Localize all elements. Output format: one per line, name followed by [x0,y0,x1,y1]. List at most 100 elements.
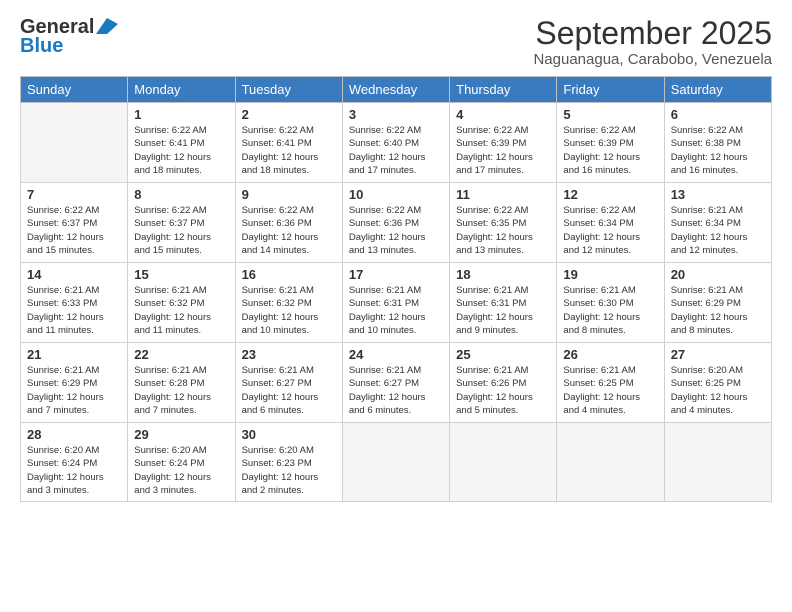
day-number: 19 [563,267,657,282]
day-number: 1 [134,107,228,122]
calendar-header-tuesday: Tuesday [235,77,342,103]
day-number: 29 [134,427,228,442]
calendar-cell: 26 Sunrise: 6:21 AM Sunset: 6:25 PM Dayli… [557,343,664,423]
calendar-cell: 13 Sunrise: 6:21 AM Sunset: 6:34 PM Dayli… [664,183,771,263]
day-info: Sunrise: 6:21 AM Sunset: 6:27 PM Dayligh… [242,364,336,417]
logo-icon [96,18,118,34]
day-info: Sunrise: 6:22 AM Sunset: 6:37 PM Dayligh… [134,204,228,257]
calendar-cell [342,423,449,502]
calendar-cell: 23 Sunrise: 6:21 AM Sunset: 6:27 PM Dayli… [235,343,342,423]
title-block: September 2025 Naguanagua, Carabobo, Ven… [533,16,772,68]
calendar-cell: 24Sunrise: 6:21 AM Sunset: 6:27 PM Dayli… [342,343,449,423]
day-number: 22 [134,347,228,362]
calendar-cell: 6Sunrise: 6:22 AM Sunset: 6:38 PM Daylig… [664,103,771,183]
calendar-header-wednesday: Wednesday [342,77,449,103]
calendar-cell [21,103,128,183]
day-info: Sunrise: 6:21 AM Sunset: 6:34 PM Dayligh… [671,204,765,257]
calendar-cell: 5 Sunrise: 6:22 AM Sunset: 6:39 PM Daylig… [557,103,664,183]
day-info: Sunrise: 6:22 AM Sunset: 6:38 PM Dayligh… [671,124,765,177]
day-info: Sunrise: 6:22 AM Sunset: 6:35 PM Dayligh… [456,204,550,257]
calendar-cell: 7 Sunrise: 6:22 AM Sunset: 6:37 PM Daylig… [21,183,128,263]
day-info: Sunrise: 6:22 AM Sunset: 6:36 PM Dayligh… [242,204,336,257]
day-number: 7 [27,187,121,202]
calendar-cell: 16 Sunrise: 6:21 AM Sunset: 6:32 PM Dayli… [235,263,342,343]
calendar: SundayMondayTuesdayWednesdayThursdayFrid… [20,76,772,502]
day-info: Sunrise: 6:22 AM Sunset: 6:37 PM Dayligh… [27,204,121,257]
day-info: Sunrise: 6:21 AM Sunset: 6:30 PM Dayligh… [563,284,657,337]
day-number: 28 [27,427,121,442]
day-info: Sunrise: 6:22 AM Sunset: 6:41 PM Dayligh… [242,124,336,177]
day-info: Sunrise: 6:21 AM Sunset: 6:26 PM Dayligh… [456,364,550,417]
day-number: 27 [671,347,765,362]
day-number: 16 [242,267,336,282]
day-info: Sunrise: 6:22 AM Sunset: 6:36 PM Dayligh… [349,204,443,257]
day-info: Sunrise: 6:20 AM Sunset: 6:24 PM Dayligh… [134,444,228,497]
calendar-cell: 29 Sunrise: 6:20 AM Sunset: 6:24 PM Dayli… [128,423,235,502]
day-number: 24 [349,347,443,362]
calendar-cell: 27 Sunrise: 6:20 AM Sunset: 6:25 PM Dayli… [664,343,771,423]
calendar-cell: 17Sunrise: 6:21 AM Sunset: 6:31 PM Dayli… [342,263,449,343]
day-number: 5 [563,107,657,122]
day-number: 23 [242,347,336,362]
logo-blue: Blue [20,35,63,58]
day-info: Sunrise: 6:22 AM Sunset: 6:39 PM Dayligh… [456,124,550,177]
calendar-header-row: SundayMondayTuesdayWednesdayThursdayFrid… [21,77,772,103]
calendar-cell: 9Sunrise: 6:22 AM Sunset: 6:36 PM Daylig… [235,183,342,263]
day-info: Sunrise: 6:21 AM Sunset: 6:29 PM Dayligh… [671,284,765,337]
calendar-week-5: 28 Sunrise: 6:20 AM Sunset: 6:24 PM Dayli… [21,423,772,502]
day-info: Sunrise: 6:20 AM Sunset: 6:23 PM Dayligh… [242,444,336,497]
calendar-cell [450,423,557,502]
day-number: 20 [671,267,765,282]
calendar-cell: 18 Sunrise: 6:21 AM Sunset: 6:31 PM Dayli… [450,263,557,343]
day-number: 30 [242,427,336,442]
calendar-cell: 11 Sunrise: 6:22 AM Sunset: 6:35 PM Dayli… [450,183,557,263]
day-info: Sunrise: 6:21 AM Sunset: 6:32 PM Dayligh… [134,284,228,337]
calendar-cell: 2 Sunrise: 6:22 AM Sunset: 6:41 PM Daylig… [235,103,342,183]
day-info: Sunrise: 6:21 AM Sunset: 6:33 PM Dayligh… [27,284,121,337]
day-number: 13 [671,187,765,202]
day-number: 26 [563,347,657,362]
calendar-header-monday: Monday [128,77,235,103]
day-number: 15 [134,267,228,282]
calendar-header-friday: Friday [557,77,664,103]
month-title: September 2025 [533,16,772,51]
calendar-header-sunday: Sunday [21,77,128,103]
day-number: 14 [27,267,121,282]
day-info: Sunrise: 6:21 AM Sunset: 6:31 PM Dayligh… [456,284,550,337]
calendar-cell [557,423,664,502]
day-number: 2 [242,107,336,122]
logo: General Blue [20,16,118,58]
calendar-week-4: 21 Sunrise: 6:21 AM Sunset: 6:29 PM Dayli… [21,343,772,423]
page: General Blue September 2025 Naguanagua, … [0,0,792,612]
day-info: Sunrise: 6:22 AM Sunset: 6:41 PM Dayligh… [134,124,228,177]
day-number: 25 [456,347,550,362]
day-info: Sunrise: 6:21 AM Sunset: 6:32 PM Dayligh… [242,284,336,337]
day-number: 8 [134,187,228,202]
day-number: 18 [456,267,550,282]
day-number: 4 [456,107,550,122]
calendar-cell: 10Sunrise: 6:22 AM Sunset: 6:36 PM Dayli… [342,183,449,263]
day-info: Sunrise: 6:22 AM Sunset: 6:39 PM Dayligh… [563,124,657,177]
calendar-cell: 25 Sunrise: 6:21 AM Sunset: 6:26 PM Dayli… [450,343,557,423]
day-number: 21 [27,347,121,362]
calendar-cell: 19 Sunrise: 6:21 AM Sunset: 6:30 PM Dayli… [557,263,664,343]
calendar-cell: 1 Sunrise: 6:22 AM Sunset: 6:41 PM Daylig… [128,103,235,183]
calendar-cell: 14 Sunrise: 6:21 AM Sunset: 6:33 PM Dayli… [21,263,128,343]
day-number: 3 [349,107,443,122]
calendar-week-1: 1 Sunrise: 6:22 AM Sunset: 6:41 PM Daylig… [21,103,772,183]
day-info: Sunrise: 6:20 AM Sunset: 6:24 PM Dayligh… [27,444,121,497]
day-number: 11 [456,187,550,202]
calendar-cell: 20 Sunrise: 6:21 AM Sunset: 6:29 PM Dayli… [664,263,771,343]
day-info: Sunrise: 6:22 AM Sunset: 6:34 PM Dayligh… [563,204,657,257]
location: Naguanagua, Carabobo, Venezuela [533,51,772,68]
calendar-cell: 3Sunrise: 6:22 AM Sunset: 6:40 PM Daylig… [342,103,449,183]
day-info: Sunrise: 6:20 AM Sunset: 6:25 PM Dayligh… [671,364,765,417]
day-info: Sunrise: 6:21 AM Sunset: 6:29 PM Dayligh… [27,364,121,417]
calendar-cell: 15 Sunrise: 6:21 AM Sunset: 6:32 PM Dayli… [128,263,235,343]
header: General Blue September 2025 Naguanagua, … [20,16,772,68]
day-number: 12 [563,187,657,202]
day-info: Sunrise: 6:21 AM Sunset: 6:28 PM Dayligh… [134,364,228,417]
day-info: Sunrise: 6:21 AM Sunset: 6:25 PM Dayligh… [563,364,657,417]
day-number: 17 [349,267,443,282]
calendar-cell: 8 Sunrise: 6:22 AM Sunset: 6:37 PM Daylig… [128,183,235,263]
